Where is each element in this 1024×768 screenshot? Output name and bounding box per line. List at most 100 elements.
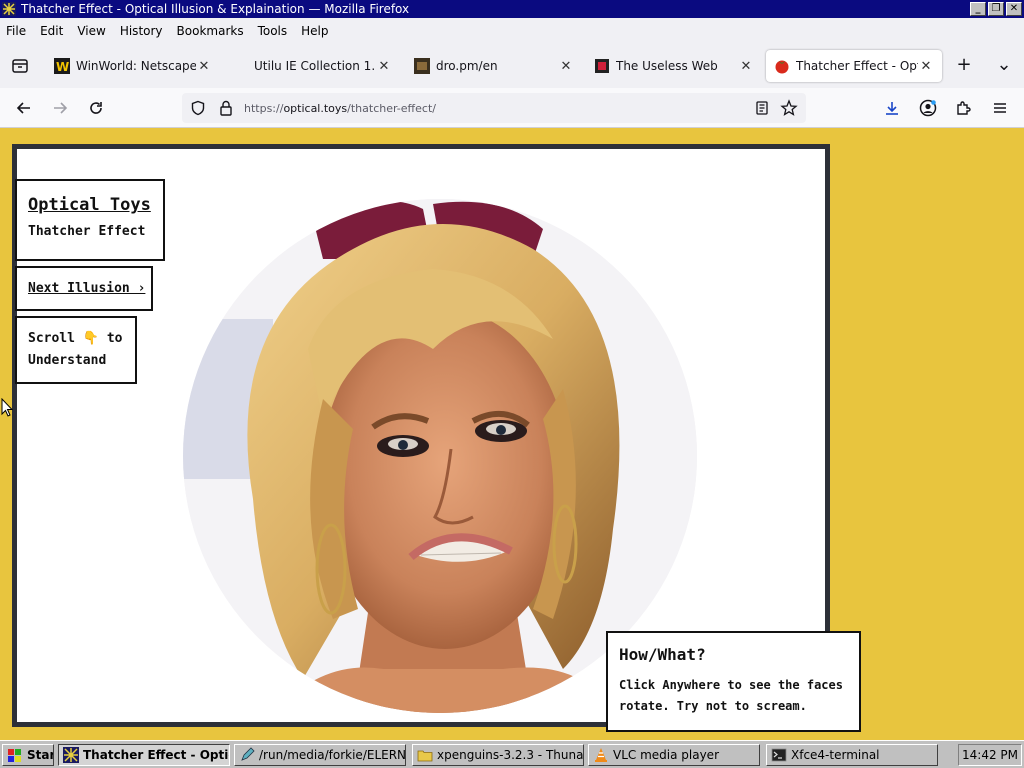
url-text[interactable]: https://optical.toys/thatcher-effect/ [244, 102, 436, 115]
bookmark-star-icon[interactable] [780, 99, 798, 117]
reader-view-icon[interactable] [754, 100, 770, 116]
url-domain: optical.toys [283, 101, 348, 115]
editor-icon [241, 747, 255, 761]
site-logo[interactable]: Optical Toys [28, 195, 163, 215]
hamburger-menu-icon [994, 103, 1006, 113]
taskbar-item-editor[interactable]: /run/media/forkie/ELERNEL ... [234, 744, 406, 766]
start-logo-icon [8, 749, 21, 762]
tab-winworld[interactable]: W WinWorld: Netscape 7.2 | ✕ [46, 50, 220, 82]
menu-history[interactable]: History [120, 24, 163, 38]
scroll-understand: Understand [28, 353, 107, 368]
tab-label: WinWorld: Netscape 7.2 | [76, 59, 196, 73]
url-bar[interactable]: https://optical.toys/thatcher-effect/ [182, 93, 806, 123]
blank-page-icon [232, 58, 248, 74]
tab-close-icon[interactable]: ✕ [376, 59, 392, 74]
winworld-icon: W [54, 58, 70, 74]
downloads-button[interactable] [880, 96, 904, 120]
point-down-emoji-icon: 👇 [82, 331, 99, 346]
tomato-icon [775, 60, 789, 74]
how-heading: How/What? [619, 645, 706, 664]
menu-help[interactable]: Help [301, 24, 328, 38]
tab-label: The Useless Web [616, 59, 718, 73]
back-button[interactable] [12, 96, 36, 120]
how-description: Click Anywhere to see the faces rotate. … [619, 675, 859, 717]
firefox-view-button[interactable] [8, 54, 32, 78]
taskbar-clock[interactable]: 14:42 PM [958, 744, 1022, 766]
reload-button[interactable] [84, 96, 108, 120]
how-what-box: How/What? Click Anywhere to see the face… [606, 631, 861, 732]
account-icon [919, 99, 937, 117]
menu-file[interactable]: File [6, 24, 26, 38]
how-line-2: rotate. Try not to scream. [619, 699, 807, 713]
shield-icon[interactable] [190, 100, 206, 116]
app-menu-button[interactable] [988, 96, 1012, 120]
taskbar-item-thunar[interactable]: xpenguins-3.2.3 - Thunar [412, 744, 584, 766]
taskbar-item-terminal[interactable]: Xfce4-terminal [766, 744, 938, 766]
useless-web-icon [595, 59, 609, 73]
reload-icon [90, 102, 102, 114]
menubar: File Edit View History Bookmarks Tools H… [0, 18, 1024, 44]
how-line-1: Click Anywhere to see the faces [619, 678, 843, 692]
tab-label: Utilu IE Collection 1.7.2.1 [254, 59, 376, 73]
lock-icon[interactable] [219, 100, 233, 116]
account-button[interactable] [916, 96, 940, 120]
back-arrow-icon [16, 102, 30, 114]
dropm-icon [414, 58, 430, 74]
forward-button[interactable] [48, 96, 72, 120]
vlc-icon [595, 748, 607, 762]
new-tab-button[interactable]: + [952, 54, 976, 78]
netscape-icon [63, 747, 79, 763]
tab-close-icon[interactable]: ✕ [918, 59, 934, 74]
taskbar-item-label: Xfce4-terminal [791, 748, 880, 762]
tab-label: dro.pm/en [436, 59, 498, 73]
window-title: Thatcher Effect - Optical Illusion & Exp… [21, 2, 410, 16]
menu-edit[interactable]: Edit [40, 24, 63, 38]
window-titlebar[interactable]: Thatcher Effect - Optical Illusion & Exp… [0, 0, 1024, 18]
menu-bookmarks[interactable]: Bookmarks [177, 24, 244, 38]
tab-utilu[interactable]: Utilu IE Collection 1.7.2.1 ✕ [224, 50, 400, 82]
taskbar-item-label: /run/media/forkie/ELERNEL ... [259, 748, 406, 762]
taskbar-item-label: VLC media player [613, 748, 720, 762]
netscape-icon [2, 2, 16, 16]
taskbar-item-label: Thatcher Effect - Optic... [83, 748, 229, 762]
tab-strip: W WinWorld: Netscape 7.2 | ✕ Utilu IE Co… [0, 44, 1024, 88]
list-all-tabs-button[interactable]: ⌄ [992, 54, 1016, 78]
forward-arrow-icon [54, 102, 68, 114]
tab-useless-web[interactable]: The Useless Web ✕ [586, 50, 762, 82]
mouse-cursor-icon [1, 398, 13, 417]
tab-dropm[interactable]: dro.pm/en ✕ [406, 50, 582, 82]
taskbar-item-firefox[interactable]: Thatcher Effect - Optic... [58, 744, 230, 766]
folder-icon [417, 750, 433, 762]
tab-close-icon[interactable]: ✕ [558, 59, 574, 74]
start-button[interactable]: Start [2, 744, 54, 766]
taskbar-item-label: xpenguins-3.2.3 - Thunar [437, 748, 584, 762]
download-icon [886, 102, 898, 115]
site-logo-box[interactable]: Optical Toys Thatcher Effect [15, 179, 165, 261]
taskbar-item-vlc[interactable]: VLC media player [588, 744, 760, 766]
menu-tools[interactable]: Tools [258, 24, 288, 38]
url-prefix: https:// [244, 101, 284, 115]
illusion-card[interactable]: Optical Toys Thatcher Effect Next Illusi… [12, 144, 861, 732]
tab-close-icon[interactable]: ✕ [196, 59, 212, 74]
svg-text:W: W [56, 60, 69, 74]
tab-label: Thatcher Effect - Optical I [796, 59, 918, 73]
url-path: /thatcher-effect/ [347, 101, 436, 115]
minimize-button[interactable]: _ [970, 2, 986, 16]
scroll-to: to [106, 331, 123, 346]
maximize-button[interactable]: ❐ [988, 2, 1004, 16]
extensions-button[interactable] [952, 96, 976, 120]
web-content[interactable]: Optical Toys Thatcher Effect Next Illusi… [0, 128, 1024, 740]
firefox-view-icon [12, 59, 28, 73]
scroll-word: Scroll [28, 331, 75, 346]
tab-close-icon[interactable]: ✕ [738, 59, 754, 74]
menu-view[interactable]: View [77, 24, 105, 38]
next-illusion-link[interactable]: Next Illusion › [15, 266, 153, 311]
close-window-button[interactable]: ✕ [1006, 2, 1022, 16]
navigation-bar: https://optical.toys/thatcher-effect/ [0, 88, 1024, 128]
tab-thatcher-effect[interactable]: Thatcher Effect - Optical I ✕ [766, 50, 942, 82]
terminal-icon [771, 748, 787, 762]
taskbar: Start Thatcher Effect - Optic... /run/me… [0, 740, 1024, 768]
illusion-title: Thatcher Effect [28, 224, 146, 239]
scroll-hint: Scroll 👇 to Understand [15, 316, 137, 384]
start-label: Start [27, 748, 53, 762]
